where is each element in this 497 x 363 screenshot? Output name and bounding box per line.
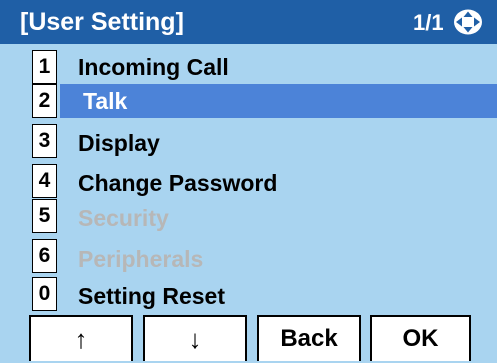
back-softkey[interactable]: Back [257,315,361,361]
page-title: [User Setting] [20,8,184,36]
menu-item-number: 0 [32,277,57,311]
menu-item-label: Talk [83,88,128,114]
menu-item-label: Display [78,130,160,156]
menu-item-number: 4 [32,164,57,198]
menu-item-number: 1 [32,50,57,84]
menu-item-change-password[interactable]: 4 Change Password [32,164,487,198]
menu-item-label: Security [78,205,169,231]
up-arrow-softkey[interactable]: ↑ [29,315,133,361]
menu-item-peripherals[interactable]: 6 Peripherals [32,239,487,273]
down-arrow-icon: ↓ [188,324,202,354]
menu-item-label: Peripherals [78,246,204,272]
menu-item-incoming-call[interactable]: 1 Incoming Call [32,50,487,84]
up-arrow-icon: ↑ [74,324,88,354]
menu-item-display[interactable]: 3 Display [32,124,487,158]
page-indicator: 1/1 [413,10,444,35]
menu-item-security[interactable]: 5 Security [32,199,487,233]
ok-softkey[interactable]: OK [370,315,471,361]
menu-item-setting-reset[interactable]: 0 Setting Reset [32,277,487,311]
menu-item-label: Change Password [78,170,278,196]
menu-item-talk[interactable]: 2 Talk [32,84,497,118]
title-bar: [User Setting] 1/1 [0,0,497,44]
four-way-nav-icon [453,9,483,35]
menu-item-number: 6 [32,239,57,273]
menu-item-number: 3 [32,124,57,158]
down-arrow-softkey[interactable]: ↓ [143,315,247,361]
menu-item-label: Incoming Call [78,54,229,80]
menu-item-number: 2 [32,84,57,118]
menu-item-number: 5 [32,199,57,233]
menu-item-label: Setting Reset [78,283,225,309]
